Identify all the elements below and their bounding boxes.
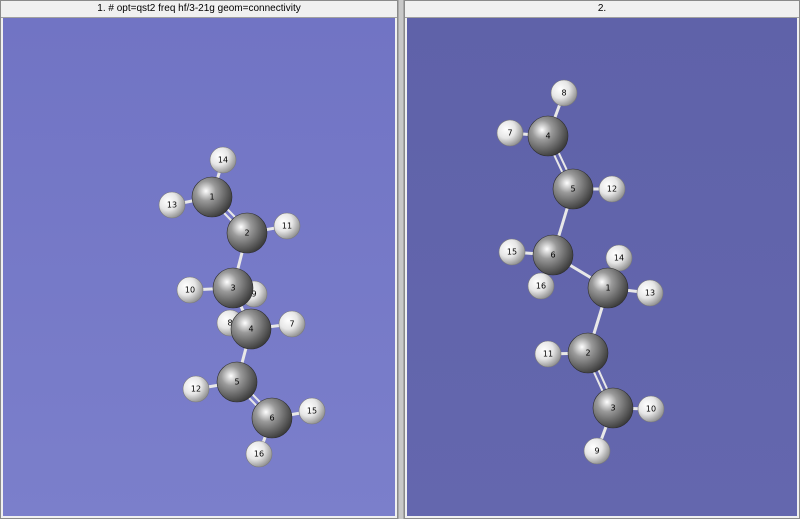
carbon-atom-1[interactable]: 1 [191, 176, 233, 218]
window-title: 2. [405, 1, 799, 18]
atom-label: 15 [307, 407, 317, 416]
carbon-atom-3[interactable]: 3 [212, 267, 254, 309]
atom-label: 6 [269, 414, 274, 423]
atom-label: 5 [234, 378, 239, 387]
carbon-atom-1[interactable]: 1 [587, 267, 629, 309]
atom-label: 3 [610, 404, 615, 413]
atom-label: 12 [191, 385, 201, 394]
atom-label: 3 [230, 284, 235, 293]
atom-label: 11 [282, 222, 292, 231]
hydrogen-atom-15[interactable]: 15 [498, 238, 526, 266]
carbon-atom-4[interactable]: 4 [230, 308, 272, 350]
atom-label: 10 [185, 286, 195, 295]
atom-label: 1 [605, 284, 610, 293]
molecule-viewport[interactable]: 7 8 9 10 11 12 13 14 15 16 1 2 3 4 5 6 [407, 18, 797, 516]
hydrogen-atom-8[interactable]: 8 [550, 79, 578, 107]
hydrogen-atom-9[interactable]: 9 [583, 437, 611, 465]
atom-label: 2 [244, 229, 249, 238]
molecule-structure[interactable]: 78910111213141516123456 [407, 18, 797, 516]
atom-label: 6 [550, 251, 555, 260]
atom-label: 7 [507, 129, 512, 138]
atom-label: 14 [614, 254, 624, 263]
hydrogen-atom-12[interactable]: 12 [598, 175, 626, 203]
atom-label: 16 [254, 450, 264, 459]
hydrogen-atom-11[interactable]: 11 [273, 212, 301, 240]
molecule-structure[interactable]: 78910111213141516123456 [3, 18, 395, 516]
hydrogen-atom-16[interactable]: 16 [245, 440, 273, 468]
hydrogen-atom-7[interactable]: 7 [496, 119, 524, 147]
hydrogen-atom-7[interactable]: 7 [278, 310, 306, 338]
atom-label: 9 [594, 447, 599, 456]
window-title: 1. # opt=qst2 freq hf/3-21g geom=connect… [1, 1, 397, 18]
carbon-atom-6[interactable]: 6 [251, 397, 293, 439]
carbon-atom-4[interactable]: 4 [527, 115, 569, 157]
atom-label: 11 [543, 350, 553, 359]
carbon-atom-2[interactable]: 2 [567, 332, 609, 374]
atom-label: 13 [645, 289, 655, 298]
carbon-atom-6[interactable]: 6 [532, 234, 574, 276]
hydrogen-atom-15[interactable]: 15 [298, 397, 326, 425]
hydrogen-atom-14[interactable]: 14 [209, 146, 237, 174]
hydrogen-atom-16[interactable]: 16 [527, 272, 555, 300]
carbon-atom-5[interactable]: 5 [552, 168, 594, 210]
atom-label: 7 [289, 320, 294, 329]
hydrogen-atom-13[interactable]: 13 [636, 279, 664, 307]
molecule-window-1[interactable]: 1. # opt=qst2 freq hf/3-21g geom=connect… [0, 0, 398, 519]
atom-label: 16 [536, 282, 546, 291]
atom-label: 4 [545, 132, 550, 141]
atom-label: 14 [218, 156, 228, 165]
hydrogen-atom-10[interactable]: 10 [176, 276, 204, 304]
atom-label: 4 [248, 325, 253, 334]
atom-label: 5 [570, 185, 575, 194]
atom-label: 1 [209, 193, 214, 202]
hydrogen-atom-10[interactable]: 10 [637, 395, 665, 423]
molecule-window-2[interactable]: 2. 7 8 9 10 11 12 13 14 15 16 1 2 3 4 5 6 [404, 0, 800, 519]
molecule-viewport[interactable]: 7 8 9 10 11 12 13 14 15 16 1 2 3 4 5 6 [3, 18, 395, 516]
atom-label: 10 [646, 405, 656, 414]
hydrogen-atom-12[interactable]: 12 [182, 375, 210, 403]
carbon-atom-5[interactable]: 5 [216, 361, 258, 403]
carbon-atom-3[interactable]: 3 [592, 387, 634, 429]
carbon-atom-2[interactable]: 2 [226, 212, 268, 254]
hydrogen-atom-13[interactable]: 13 [158, 191, 186, 219]
atom-label: 12 [607, 185, 617, 194]
atom-label: 13 [167, 201, 177, 210]
atom-label: 15 [507, 248, 517, 257]
hydrogen-atom-14[interactable]: 14 [605, 244, 633, 272]
atom-label: 2 [585, 349, 590, 358]
hydrogen-atom-11[interactable]: 11 [534, 340, 562, 368]
atom-label: 8 [561, 89, 566, 98]
